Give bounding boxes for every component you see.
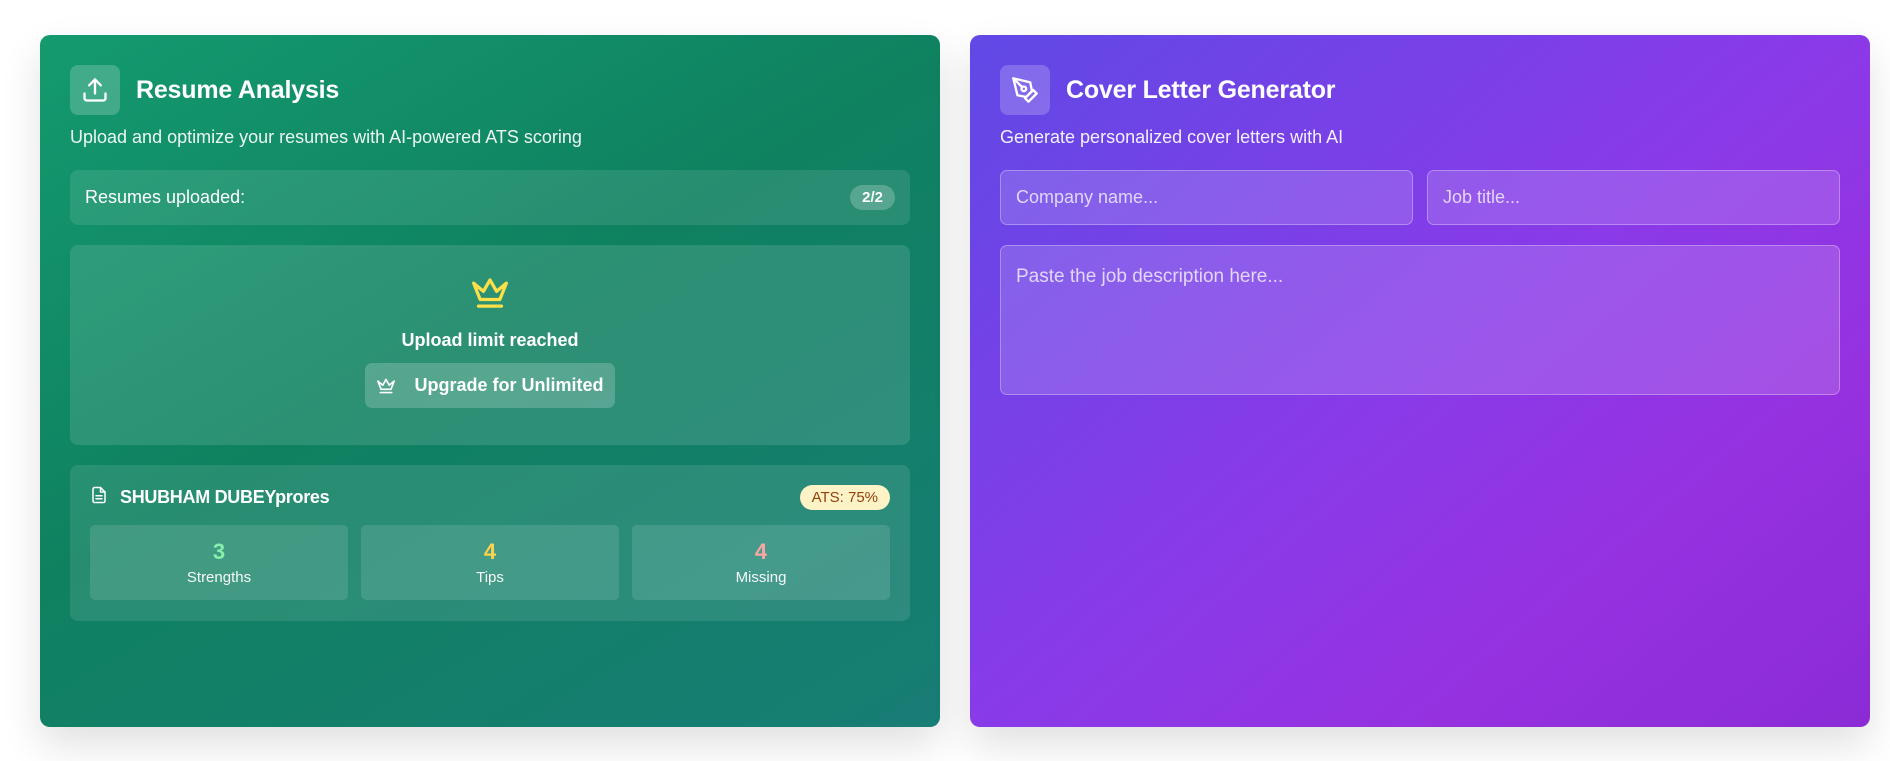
- stat-strengths-value: 3: [212, 539, 226, 564]
- resume-card-header: Resume Analysis: [70, 65, 910, 115]
- resumes-uploaded-label: Resumes uploaded:: [85, 187, 246, 207]
- file-icon: [90, 485, 108, 510]
- resume-stats: 3 Strengths 4 Tips 4 Missing: [90, 525, 890, 600]
- upgrade-button[interactable]: Upgrade for Unlimited: [365, 363, 615, 408]
- stat-missing-value: 4: [754, 539, 768, 564]
- resume-name: SHUBHAM DUBEYprores: [120, 486, 330, 507]
- cover-card-subtitle: Generate personalized cover letters with…: [1000, 127, 1344, 147]
- upload-limit-box: Upload limit reached Upgrade for Unlimit…: [70, 245, 910, 445]
- pen-tool-icon: [1000, 65, 1050, 115]
- resume-analysis-card: Resume Analysis Upload and optimize your…: [40, 35, 940, 727]
- upload-icon: [70, 65, 120, 115]
- stat-missing-label: Missing: [735, 569, 787, 586]
- stat-tips-value: 4: [483, 539, 497, 564]
- cover-card-header: Cover Letter Generator: [1000, 65, 1840, 115]
- resumes-uploaded-count: 2/2: [850, 185, 895, 210]
- resume-item-header: SHUBHAM DUBEYprores ATS: 75%: [90, 483, 890, 511]
- upload-limit-text: Upload limit reached: [401, 330, 579, 350]
- resumes-uploaded-bar: Resumes uploaded: 2/2: [70, 170, 910, 225]
- resume-card-subtitle: Upload and optimize your resumes with AI…: [70, 127, 582, 147]
- stat-strengths: 3 Strengths: [90, 525, 348, 600]
- cover-inputs-row: [1000, 170, 1840, 225]
- job-title-input[interactable]: [1427, 170, 1840, 225]
- stat-missing: 4 Missing: [632, 525, 890, 600]
- upgrade-button-label: Upgrade for Unlimited: [414, 375, 604, 395]
- stat-strengths-label: Strengths: [186, 569, 252, 586]
- resume-name-wrap: SHUBHAM DUBEYprores: [90, 485, 330, 510]
- crown-icon: [470, 275, 510, 316]
- cover-letter-card: Cover Letter Generator Generate personal…: [970, 35, 1870, 727]
- stat-tips: 4 Tips: [361, 525, 619, 600]
- stat-tips-label: Tips: [476, 569, 504, 586]
- company-name-input[interactable]: [1000, 170, 1413, 225]
- ats-score-badge: ATS: 75%: [799, 484, 890, 510]
- resume-card-title: Resume Analysis: [136, 75, 340, 104]
- cover-card-title: Cover Letter Generator: [1066, 75, 1336, 104]
- job-description-textarea[interactable]: [1000, 245, 1840, 395]
- resume-item[interactable]: SHUBHAM DUBEYprores ATS: 75% 3 Strengths…: [70, 465, 910, 621]
- crown-icon: [376, 377, 396, 395]
